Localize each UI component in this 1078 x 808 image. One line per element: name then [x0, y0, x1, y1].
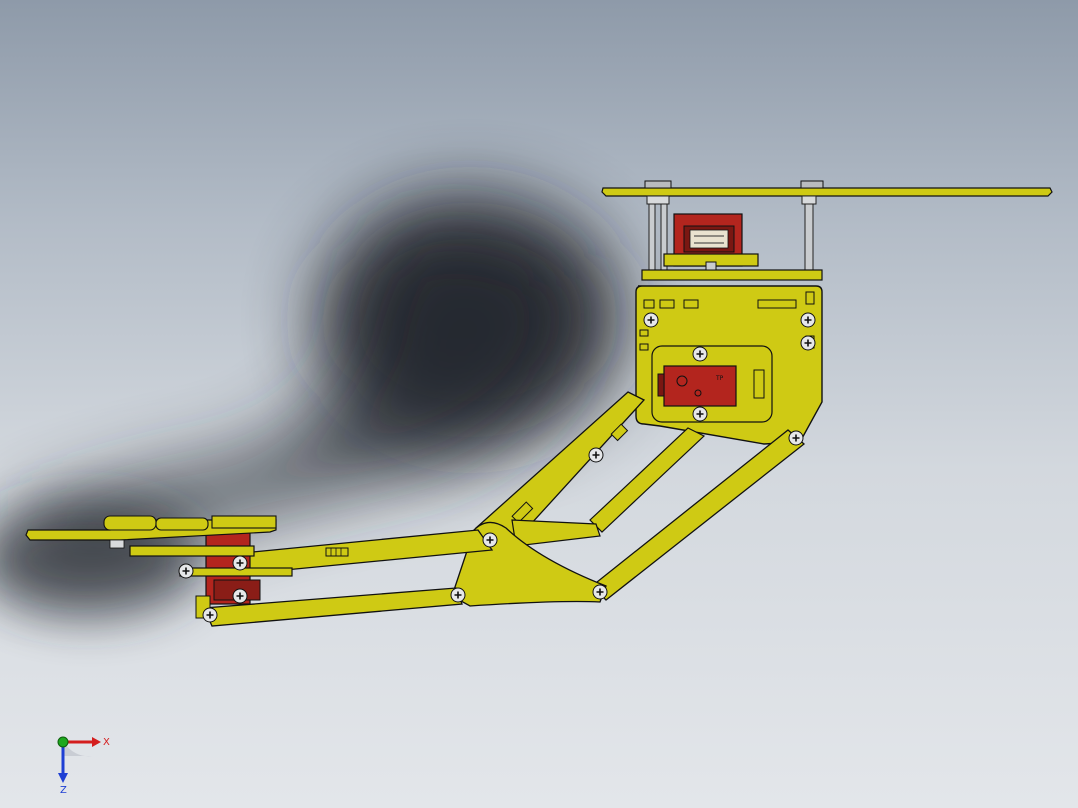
screw-head-icon — [692, 406, 708, 422]
screw-head-icon — [588, 447, 604, 463]
screw-head-icon — [800, 335, 816, 351]
servo-mount-plate[interactable] — [641, 253, 823, 281]
svg-text:TP: TP — [715, 375, 724, 382]
y-axis-dot — [57, 736, 69, 748]
screw-head-icon — [202, 607, 218, 623]
screw-head-icon — [788, 430, 804, 446]
screw-head-icon — [232, 555, 248, 571]
standoff-right[interactable] — [801, 195, 817, 272]
servo-base[interactable]: TP — [657, 365, 737, 407]
screw-head-icon — [178, 563, 194, 579]
base-bracket[interactable] — [635, 285, 823, 445]
graphics-viewport[interactable]: TP X Z — [0, 0, 1078, 808]
rear-link[interactable] — [591, 429, 806, 601]
screw-head-icon — [592, 584, 608, 600]
screw-head-icon — [643, 312, 659, 328]
screw-head-icon — [232, 588, 248, 604]
z-axis-arrowhead — [58, 773, 68, 783]
screw-head-icon — [800, 312, 816, 328]
top-plate[interactable] — [601, 180, 1053, 197]
screw-head-icon — [450, 587, 466, 603]
z-axis-label: Z — [60, 785, 67, 796]
model-canvas[interactable]: TP X Z — [0, 0, 1078, 808]
view-triad[interactable]: X Z — [57, 736, 110, 796]
screw-head-icon — [482, 532, 498, 548]
x-axis-arrowhead — [92, 737, 101, 747]
triad-quadrant — [64, 742, 92, 757]
x-axis-label: X — [103, 737, 110, 748]
screw-head-icon — [692, 346, 708, 362]
